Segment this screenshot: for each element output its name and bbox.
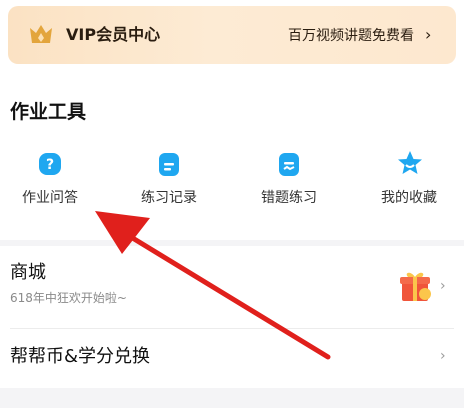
- annotation-arrow: [95, 211, 331, 360]
